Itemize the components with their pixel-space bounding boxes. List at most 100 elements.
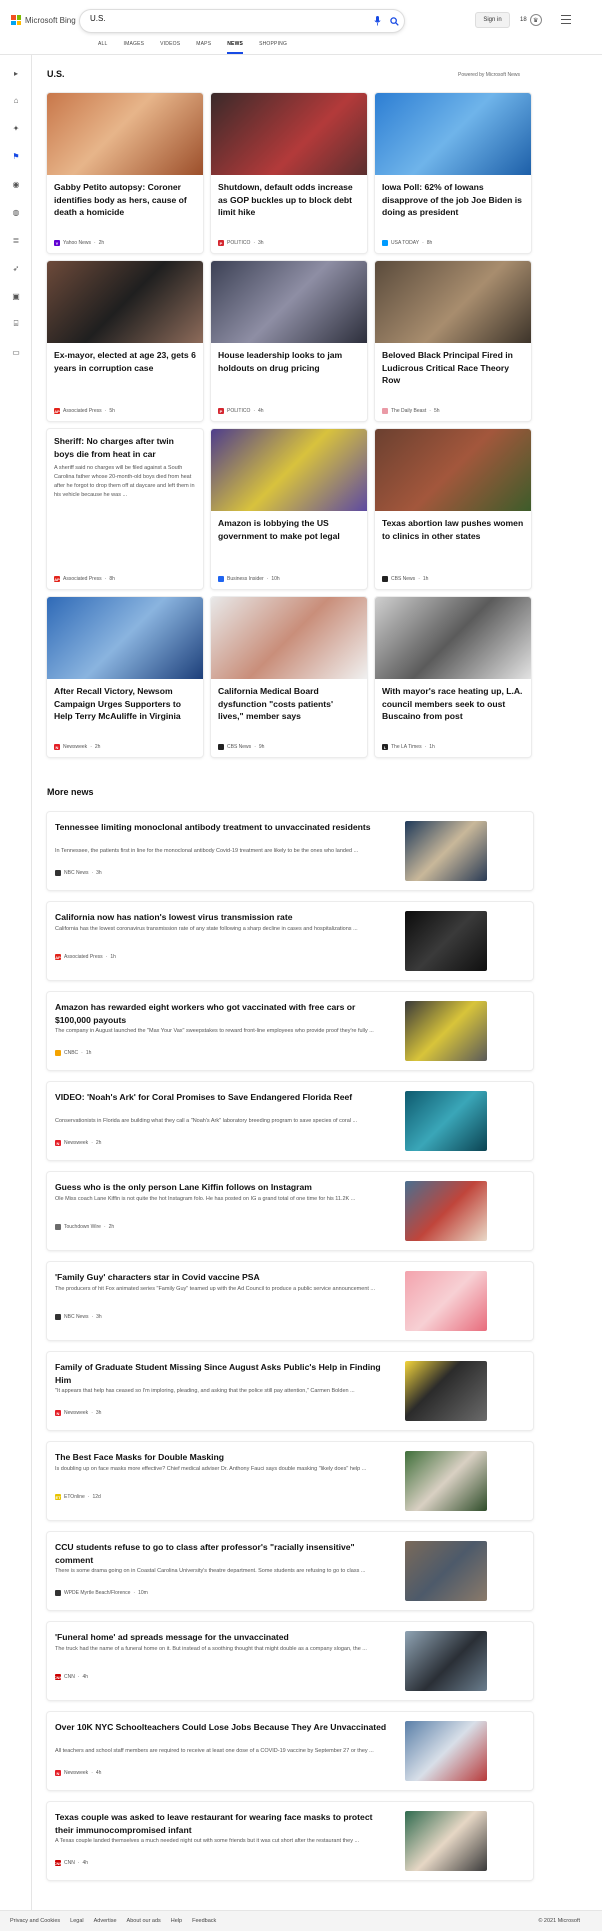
tab-shopping[interactable]: SHOPPING	[251, 41, 295, 53]
news-card[interactable]: Sheriff: No charges after twin boys die …	[47, 429, 203, 589]
news-card-image[interactable]	[47, 93, 203, 175]
news-card-image[interactable]	[211, 93, 367, 175]
tab-videos[interactable]: VIDEOS	[152, 41, 188, 53]
news-card-image[interactable]	[47, 261, 203, 343]
rocket-icon[interactable]: ➶	[11, 263, 21, 273]
footer-link-help[interactable]: Help	[171, 1918, 182, 1924]
more-news-item[interactable]: 'Funeral home' ad spreads message for th…	[47, 1622, 533, 1700]
news-card[interactable]: Beloved Black Principal Fired in Ludicro…	[375, 261, 531, 421]
more-news-provider[interactable]: CNN CNN · 4h	[54, 1674, 88, 1680]
news-card-image[interactable]	[211, 597, 367, 679]
more-news-item[interactable]: California now has nation's lowest virus…	[47, 902, 533, 980]
more-news-image[interactable]	[405, 1271, 487, 1331]
more-news-image[interactable]	[405, 1541, 487, 1601]
menu-icon[interactable]	[561, 15, 571, 27]
card-icon[interactable]: ▭	[11, 347, 21, 357]
news-card-provider[interactable]: N Newsweek · 2h	[54, 744, 100, 750]
home-icon[interactable]: ⌂	[11, 95, 21, 105]
more-news-title-link[interactable]: Guess who is the only person Lane Kiffin…	[55, 1181, 393, 1194]
more-news-title-link[interactable]: 'Funeral home' ad spreads message for th…	[55, 1631, 393, 1644]
more-news-image[interactable]	[405, 1451, 487, 1511]
more-news-provider[interactable]: Touchdown Wire · 2h	[55, 1224, 114, 1230]
more-news-provider[interactable]: NBC News · 3h	[55, 1314, 102, 1320]
more-news-item[interactable]: Over 10K NYC Schoolteachers Could Lose J…	[47, 1712, 533, 1790]
news-card[interactable]: Iowa Poll: 62% of Iowans disapprove of t…	[375, 93, 531, 253]
more-news-title-link[interactable]: Texas couple was asked to leave restaura…	[55, 1811, 393, 1836]
footer-link-legal[interactable]: Legal	[70, 1918, 83, 1924]
video-icon[interactable]: ▣	[11, 291, 21, 301]
more-news-title-link[interactable]: 'Family Guy' characters star in Covid va…	[55, 1271, 393, 1284]
more-news-item[interactable]: CCU students refuse to go to class after…	[47, 1532, 533, 1610]
tab-news[interactable]: NEWS	[219, 41, 251, 54]
more-news-image[interactable]	[405, 1091, 487, 1151]
more-news-provider[interactable]: ET ETOnline · 12d	[55, 1494, 101, 1500]
search-icon[interactable]	[388, 15, 400, 27]
more-news-provider[interactable]: NBC News · 3h	[55, 870, 102, 876]
news-card-image[interactable]	[375, 93, 531, 175]
more-news-image[interactable]	[405, 1361, 487, 1421]
news-card[interactable]: Amazon is lobbying the US government to …	[211, 429, 367, 589]
more-news-image[interactable]	[405, 821, 487, 881]
more-news-title-link[interactable]: California now has nation's lowest virus…	[55, 911, 393, 924]
news-card[interactable]: House leadership looks to jam holdouts o…	[211, 261, 367, 421]
news-card-image[interactable]	[211, 429, 367, 511]
more-news-image[interactable]	[405, 1721, 487, 1781]
news-card[interactable]: With mayor's race heating up, L.A. counc…	[375, 597, 531, 757]
news-card-title[interactable]: California Medical Board dysfunction "co…	[211, 679, 367, 723]
microphone-icon[interactable]	[372, 15, 382, 27]
tab-images[interactable]: IMAGES	[116, 41, 153, 53]
more-news-title-link[interactable]: CCU students refuse to go to class after…	[55, 1541, 393, 1566]
news-card[interactable]: After Recall Victory, Newsom Campaign Ur…	[47, 597, 203, 757]
news-card-title[interactable]: Iowa Poll: 62% of Iowans disapprove of t…	[375, 175, 531, 219]
news-card[interactable]: Ex-mayor, elected at age 23, gets 6 year…	[47, 261, 203, 421]
news-card-provider[interactable]: USA TODAY · 8h	[382, 240, 432, 246]
footer-link-feedback[interactable]: Feedback	[192, 1918, 216, 1924]
more-news-image[interactable]	[405, 1001, 487, 1061]
more-news-title-link[interactable]: The Best Face Masks for Double Masking	[55, 1451, 393, 1464]
more-news-title-link[interactable]: Amazon has rewarded eight workers who go…	[55, 1001, 393, 1026]
more-news-provider[interactable]: CNBC · 1h	[55, 1050, 91, 1056]
news-card-title[interactable]: Sheriff: No charges after twin boys die …	[47, 429, 203, 460]
expand-icon[interactable]: ▸	[11, 68, 21, 78]
more-news-image[interactable]	[405, 1631, 487, 1691]
more-news-item[interactable]: 'Family Guy' characters star in Covid va…	[47, 1262, 533, 1340]
news-card-title[interactable]: Beloved Black Principal Fired in Ludicro…	[375, 343, 531, 387]
news-card-provider[interactable]: P POLITICO · 3h	[218, 240, 264, 246]
news-card-provider[interactable]: P POLITICO · 4h	[218, 408, 264, 414]
news-card-title[interactable]: Amazon is lobbying the US government to …	[211, 511, 367, 542]
news-card-title[interactable]: With mayor's race heating up, L.A. counc…	[375, 679, 531, 723]
search-box[interactable]	[80, 10, 404, 32]
news-card-image[interactable]	[375, 261, 531, 343]
more-news-title-link[interactable]: Family of Graduate Student Missing Since…	[55, 1361, 393, 1386]
more-news-image[interactable]	[405, 1181, 487, 1241]
news-card[interactable]: Gabby Petito autopsy: Coroner identifies…	[47, 93, 203, 253]
news-card-provider[interactable]: AP Associated Press · 8h	[54, 576, 115, 582]
news-card[interactable]: Shutdown, default odds increase as GOP b…	[211, 93, 367, 253]
news-card-image[interactable]	[375, 597, 531, 679]
search-input[interactable]	[90, 14, 340, 23]
more-news-title-link[interactable]: Tennessee limiting monoclonal antibody t…	[55, 821, 393, 834]
more-news-provider[interactable]: N Newsweek · 3h	[55, 1410, 101, 1416]
news-card-provider[interactable]: CBS News · 1h	[382, 576, 428, 582]
rewards-button[interactable]: 18 ♛	[520, 14, 542, 26]
news-card-provider[interactable]: AP Associated Press · 5h	[54, 408, 115, 414]
tab-all[interactable]: ALL	[90, 41, 116, 53]
news-card-title[interactable]: Shutdown, default odds increase as GOP b…	[211, 175, 367, 219]
more-news-provider[interactable]: AP Associated Press · 1h	[55, 954, 116, 960]
news-card-provider[interactable]: The Daily Beast · 5h	[382, 408, 440, 414]
more-news-title-link[interactable]: Over 10K NYC Schoolteachers Could Lose J…	[55, 1721, 393, 1734]
more-news-provider[interactable]: N Newsweek · 2h	[55, 1140, 101, 1146]
news-card[interactable]: California Medical Board dysfunction "co…	[211, 597, 367, 757]
more-news-item[interactable]: Amazon has rewarded eight workers who go…	[47, 992, 533, 1070]
more-news-item[interactable]: VIDEO: 'Noah's Ark' for Coral Promises t…	[47, 1082, 533, 1160]
news-card[interactable]: Texas abortion law pushes women to clini…	[375, 429, 531, 589]
more-news-item[interactable]: The Best Face Masks for Double Masking Is…	[47, 1442, 533, 1520]
footer-link-privacy[interactable]: Privacy and Cookies	[10, 1918, 60, 1924]
news-card-provider[interactable]: L The LA Times · 1h	[382, 744, 435, 750]
flag-icon[interactable]: ⚑	[11, 151, 21, 161]
more-news-provider[interactable]: CNN CNN · 4h	[54, 1860, 88, 1866]
fire-icon[interactable]: ✦	[11, 123, 21, 133]
more-news-provider[interactable]: WPDE Myrtle Beach/Florence · 10m	[55, 1590, 148, 1596]
powered-by[interactable]: Powered by Microsoft News	[458, 72, 520, 78]
news-card-title[interactable]: After Recall Victory, Newsom Campaign Ur…	[47, 679, 203, 723]
